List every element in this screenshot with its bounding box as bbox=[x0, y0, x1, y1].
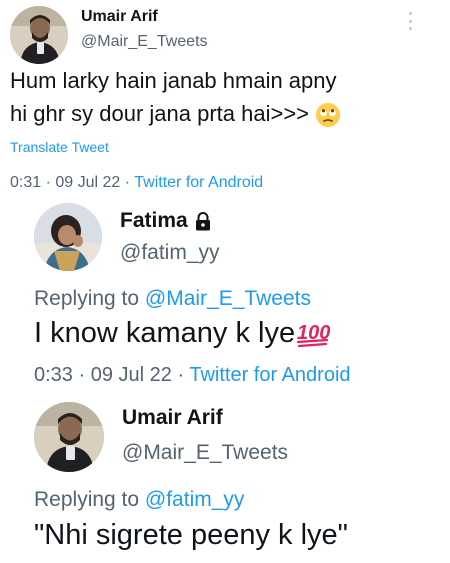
hundred-points-icon: 100 bbox=[297, 322, 330, 348]
author-name[interactable]: Umair Arif bbox=[81, 8, 158, 26]
tweet-date[interactable]: 09 Jul 22 bbox=[91, 364, 172, 386]
tweet-text: Hum larky hain janab hmain apny hi ghr s… bbox=[10, 64, 442, 130]
separator: · bbox=[78, 364, 86, 386]
author-handle[interactable]: @fatim_yy bbox=[120, 241, 220, 265]
reply-text: I know kamany k lye bbox=[34, 317, 296, 349]
reply-text: "Nhi sigrete peeny k lye" bbox=[34, 519, 348, 551]
replying-to-label: Replying to bbox=[34, 488, 140, 511]
replying-to: Replying to @Mair_E_Tweets bbox=[34, 287, 311, 311]
separator: · bbox=[45, 174, 51, 191]
separator: · bbox=[124, 174, 131, 191]
lock-icon bbox=[195, 211, 210, 230]
tweet-date[interactable]: 09 Jul 22 bbox=[55, 174, 120, 191]
tweet-source-link[interactable]: Twitter for Android bbox=[189, 364, 350, 386]
profile-photo-icon bbox=[34, 402, 104, 472]
author-name-text: Fatima bbox=[120, 209, 188, 232]
face-with-rolling-eyes-icon bbox=[316, 103, 341, 128]
profile-photo-icon bbox=[10, 6, 68, 64]
avatar-umair-arif[interactable] bbox=[10, 6, 68, 64]
author-name[interactable]: Umair Arif bbox=[122, 406, 223, 430]
replying-to-handle-link[interactable]: @Mair_E_Tweets bbox=[145, 287, 311, 310]
more-options-icon[interactable] bbox=[405, 12, 415, 30]
replying-to-label: Replying to bbox=[34, 287, 140, 310]
tweet-source-link[interactable]: Twitter for Android bbox=[134, 174, 263, 191]
separator: · bbox=[177, 364, 185, 386]
avatar-fatima[interactable] bbox=[34, 203, 102, 271]
author-handle[interactable]: @Mair_E_Tweets bbox=[81, 33, 208, 51]
translate-tweet-link[interactable]: Translate Tweet bbox=[10, 139, 109, 155]
tweet-meta: 0:33 · 09 Jul 22 · Twitter for Android bbox=[34, 364, 351, 387]
replying-to-handle-link[interactable]: @fatim_yy bbox=[145, 488, 245, 511]
tweet-text-line-1: Hum larky hain janab hmain apny bbox=[10, 68, 337, 93]
profile-photo-icon bbox=[34, 203, 102, 271]
replying-to: Replying to @fatim_yy bbox=[34, 488, 244, 512]
author-handle[interactable]: @Mair_E_Tweets bbox=[122, 441, 288, 465]
tweet-text: I know kamany k lye 100 bbox=[34, 317, 330, 350]
tweet-text-line-2: hi ghr sy dour jana prta hai>>> bbox=[10, 101, 310, 126]
author-name[interactable]: Fatima bbox=[120, 209, 212, 233]
tweet-time[interactable]: 0:33 bbox=[34, 364, 73, 386]
tweet-time[interactable]: 0:31 bbox=[10, 174, 41, 191]
avatar-umair-arif[interactable] bbox=[34, 402, 104, 472]
tweet-meta: 0:31 · 09 Jul 22 · Twitter for Android bbox=[10, 174, 263, 192]
